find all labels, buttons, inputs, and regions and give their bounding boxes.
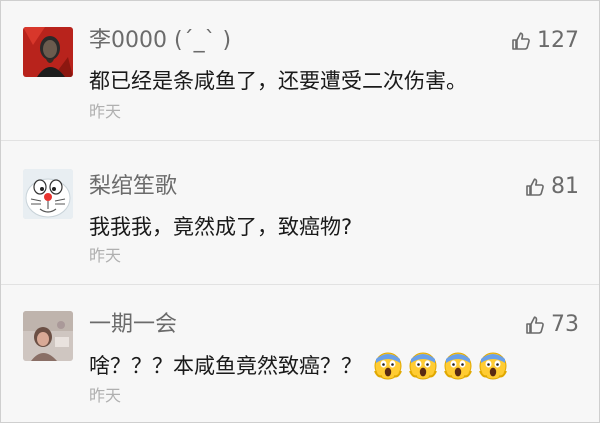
lenin-portrait-avatar-icon [23, 27, 73, 77]
comment-author[interactable]: 一期一会 [89, 311, 177, 339]
comment-time: 昨天 [89, 386, 122, 405]
scream-emoji-icon [443, 351, 473, 381]
photo-avatar-icon [23, 311, 73, 361]
like-button[interactable]: 81 [525, 173, 579, 201]
comment-text-content: 啥？？？本咸鱼竟然致癌？？ [89, 354, 362, 378]
like-count: 81 [551, 174, 579, 199]
comment-item: 李0000 (´_` ) 127 都已经是条咸鱼了，还要遭受二次伤害。 昨天 [1, 1, 599, 141]
comment-text: 我我我，竟然成了，致癌物? [89, 213, 352, 241]
like-count: 127 [537, 28, 579, 53]
comment-time: 昨天 [89, 246, 122, 265]
emoji-group [368, 351, 508, 381]
avatar[interactable] [23, 169, 73, 219]
avatar[interactable] [23, 311, 73, 361]
scream-emoji-icon [373, 351, 403, 381]
comment-text: 都已经是条咸鱼了，还要遭受二次伤害。 [89, 67, 467, 95]
like-button[interactable]: 73 [525, 311, 579, 339]
comment-time: 昨天 [89, 102, 122, 121]
comment-author[interactable]: 梨绾笙歌 [89, 173, 177, 201]
comment-item: 一期一会 73 啥？？？本咸鱼竟然致癌？？ 昨天 [1, 285, 599, 425]
comment-text-content: 我我我，竟然成了，致癌物? [89, 215, 353, 239]
thumbs-up-icon [526, 316, 544, 334]
comment-item: 梨绾笙歌 81 我我我，竟然成了，致癌物? 昨天 [1, 141, 599, 285]
doraemon-avatar-icon [23, 169, 73, 219]
scream-emoji-icon [478, 351, 508, 381]
like-count: 73 [551, 312, 579, 337]
scream-emoji-icon [408, 351, 438, 381]
comment-list: 李0000 (´_` ) 127 都已经是条咸鱼了，还要遭受二次伤害。 昨天 梨… [0, 0, 600, 423]
like-button[interactable]: 127 [511, 27, 579, 55]
comment-text: 啥？？？本咸鱼竟然致癌？？ [89, 351, 508, 381]
thumbs-up-icon [526, 178, 544, 196]
avatar[interactable] [23, 27, 73, 77]
thumbs-up-icon [512, 32, 530, 50]
comment-text-content: 都已经是条咸鱼了，还要遭受二次伤害。 [89, 69, 467, 93]
comment-author[interactable]: 李0000 (´_` ) [89, 27, 231, 55]
